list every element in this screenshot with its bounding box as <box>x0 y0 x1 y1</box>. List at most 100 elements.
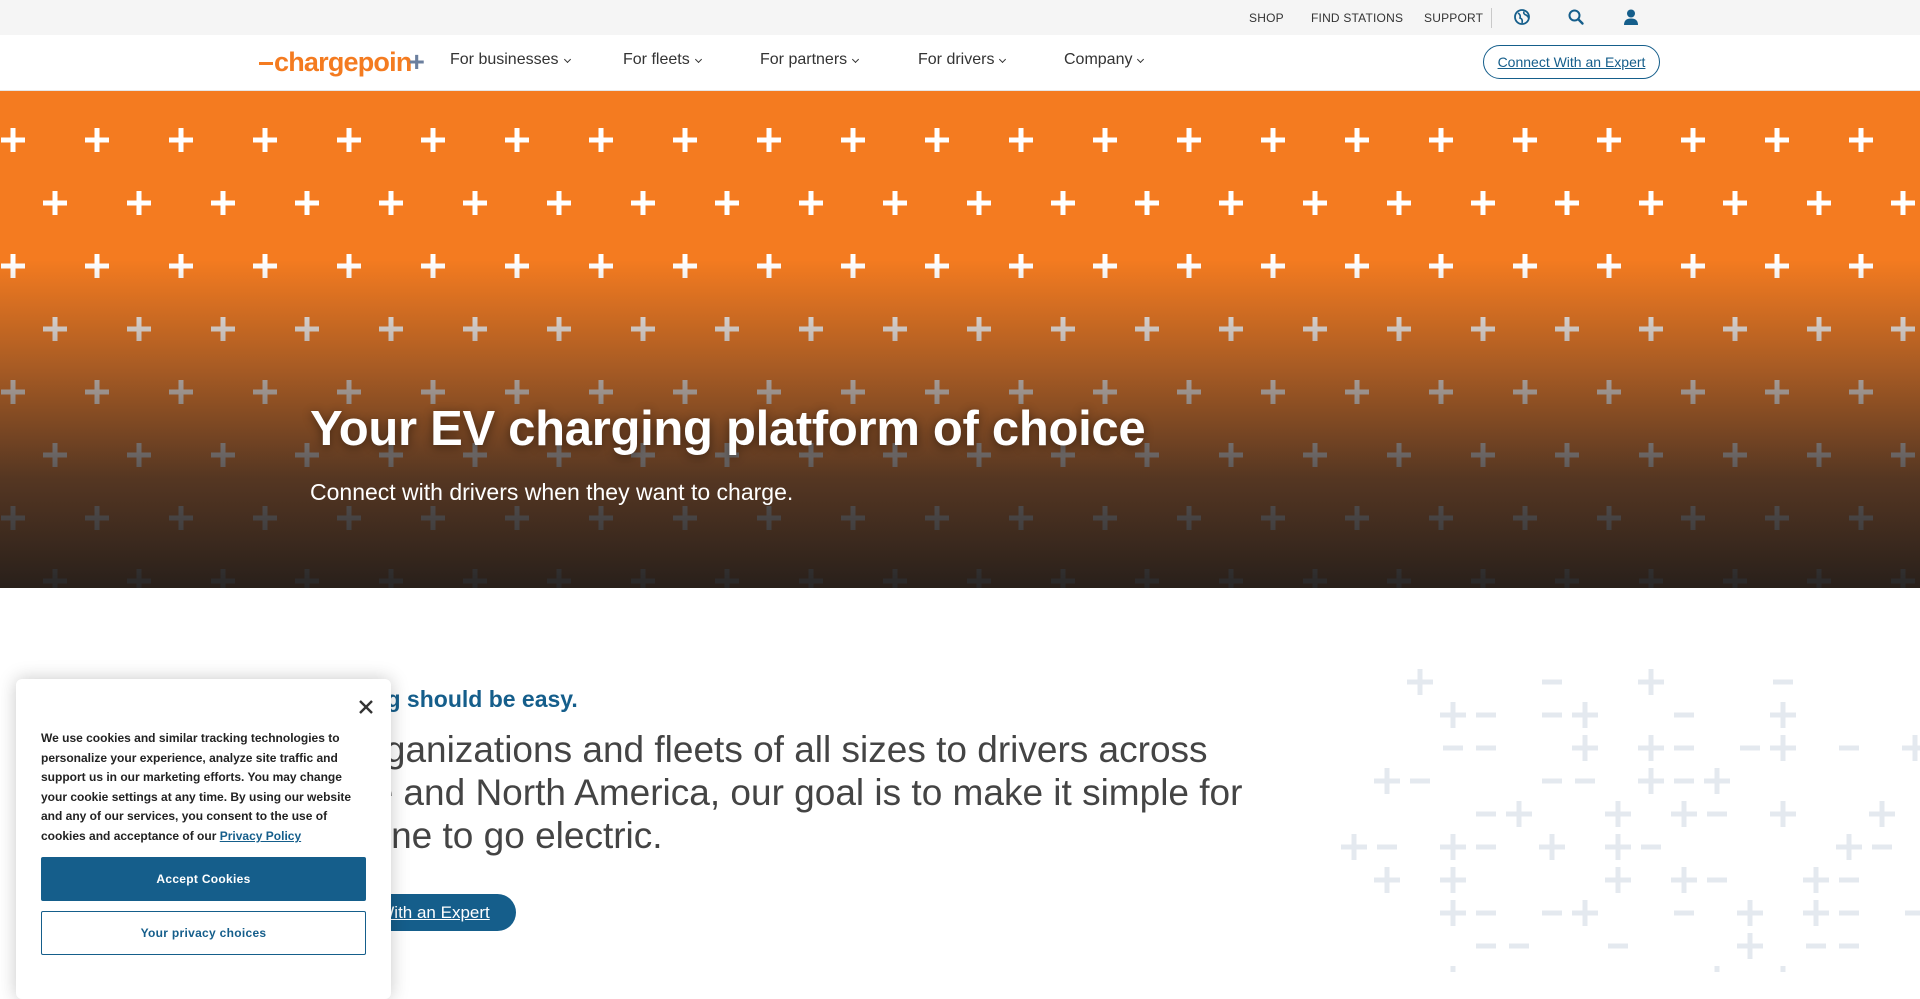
deco-minus <box>1542 712 1562 718</box>
nav-label: For businesses <box>450 51 559 68</box>
utility-divider <box>1491 8 1492 28</box>
deco-plus <box>1846 834 1852 860</box>
deco-minus <box>1674 745 1694 751</box>
deco-plus <box>1780 801 1786 827</box>
deco-plus <box>1384 768 1390 794</box>
chevron-down-icon <box>999 55 1007 63</box>
deco-minus <box>1476 811 1496 817</box>
find-stations-link[interactable]: FIND STATIONS <box>1311 11 1403 25</box>
main-nav: chargepoin + For businesses For fleets F… <box>0 35 1920 91</box>
search-icon[interactable] <box>1566 7 1586 27</box>
nav-for-businesses[interactable]: For businesses <box>450 51 571 69</box>
deco-minus <box>1674 712 1694 718</box>
privacy-policy-link[interactable]: Privacy Policy <box>220 829 301 843</box>
deco-minus <box>1839 943 1859 949</box>
deco-plus <box>1417 669 1423 695</box>
deco-minus <box>1476 745 1496 751</box>
deco-plus <box>1681 801 1687 827</box>
deco-minus <box>1674 910 1694 916</box>
logo-wordmark: chargepoin <box>274 46 412 77</box>
logo-dash <box>259 61 273 65</box>
deco-plus <box>1714 966 1720 972</box>
deco-plus <box>1681 867 1687 893</box>
intro-line: organizations and fleets of all sizes to… <box>352 729 1208 770</box>
deco-minus <box>1542 778 1562 784</box>
deco-minus <box>1476 844 1496 850</box>
hero-title: Your EV charging platform of choice <box>310 402 1146 456</box>
deco-plus <box>1582 702 1588 728</box>
shop-link[interactable]: SHOP <box>1249 11 1284 25</box>
deco-plus <box>1813 900 1819 926</box>
deco-plus <box>1351 834 1357 860</box>
logo-plus: + <box>408 46 425 77</box>
deco-plus <box>1450 900 1456 926</box>
deco-minus <box>1476 943 1496 949</box>
intro-line: pe and North America, our goal is to mak… <box>352 772 1243 813</box>
user-icon[interactable] <box>1621 7 1641 27</box>
hero-banner: Your EV charging platform of choice Conn… <box>0 91 1920 588</box>
accept-cookies-button[interactable]: Accept Cookies <box>41 857 366 901</box>
deco-minus <box>1905 910 1920 916</box>
deco-minus <box>1509 943 1529 949</box>
deco-minus <box>1608 943 1628 949</box>
deco-plus <box>1780 702 1786 728</box>
deco-plus <box>1615 834 1621 860</box>
hero-subtitle: Connect with drivers when they want to c… <box>310 479 794 505</box>
deco-minus <box>1410 778 1430 784</box>
deco-plus <box>1384 867 1390 893</box>
connect-expert-button[interactable]: Connect With an Expert <box>1483 45 1660 79</box>
nav-label: Company <box>1064 51 1133 68</box>
deco-plus <box>1879 801 1885 827</box>
globe-icon[interactable] <box>1512 7 1532 27</box>
deco-plus <box>1780 966 1786 972</box>
deco-minus <box>1542 679 1562 685</box>
privacy-choices-button[interactable]: Your privacy choices <box>41 911 366 955</box>
deco-minus <box>1377 844 1397 850</box>
deco-plus <box>1516 801 1522 827</box>
nav-for-partners[interactable]: For partners <box>760 51 860 69</box>
deco-plus <box>1582 900 1588 926</box>
deco-minus <box>1806 943 1826 949</box>
intro-body: organizations and fleets of all sizes to… <box>352 728 1292 857</box>
nav-label: For partners <box>760 51 848 68</box>
deco-minus <box>1443 745 1463 751</box>
deco-minus <box>1641 844 1661 850</box>
utility-bar: SHOP FIND STATIONS SUPPORT <box>0 0 1920 35</box>
decorative-plus-minus-pattern <box>1341 669 1920 972</box>
deco-plus <box>1450 966 1456 972</box>
deco-minus <box>1839 745 1859 751</box>
deco-minus <box>1707 877 1727 883</box>
cookie-body: We use cookies and similar tracking tech… <box>41 731 352 843</box>
chevron-down-icon <box>1137 55 1145 63</box>
chevron-down-icon <box>694 55 702 63</box>
deco-plus <box>1450 867 1456 893</box>
deco-minus <box>1575 778 1595 784</box>
deco-minus <box>1839 910 1859 916</box>
nav-for-fleets[interactable]: For fleets <box>623 51 702 69</box>
deco-plus <box>1648 768 1654 794</box>
chevron-down-icon <box>852 55 860 63</box>
deco-plus <box>1813 867 1819 893</box>
deco-plus <box>1747 933 1753 959</box>
deco-plus <box>1648 669 1654 695</box>
deco-minus <box>1740 745 1760 751</box>
chargepoint-logo[interactable]: chargepoin + <box>259 45 425 79</box>
close-icon[interactable] <box>357 698 375 716</box>
deco-minus <box>1707 811 1727 817</box>
hero-gradient-overlay <box>0 91 1920 588</box>
nav-company[interactable]: Company <box>1064 51 1145 69</box>
nav-for-drivers[interactable]: For drivers <box>918 51 1007 69</box>
deco-plus <box>1549 834 1555 860</box>
cookie-banner: We use cookies and similar tracking tech… <box>16 679 391 999</box>
deco-minus <box>1542 910 1562 916</box>
deco-minus <box>1476 910 1496 916</box>
deco-plus <box>1648 735 1654 761</box>
deco-plus <box>1615 801 1621 827</box>
deco-minus <box>1476 712 1496 718</box>
deco-plus <box>1615 867 1621 893</box>
support-link[interactable]: SUPPORT <box>1424 11 1483 25</box>
deco-plus <box>1450 702 1456 728</box>
intro-line: yone to go electric. <box>352 815 663 856</box>
deco-plus <box>1450 834 1456 860</box>
deco-minus <box>1674 778 1694 784</box>
